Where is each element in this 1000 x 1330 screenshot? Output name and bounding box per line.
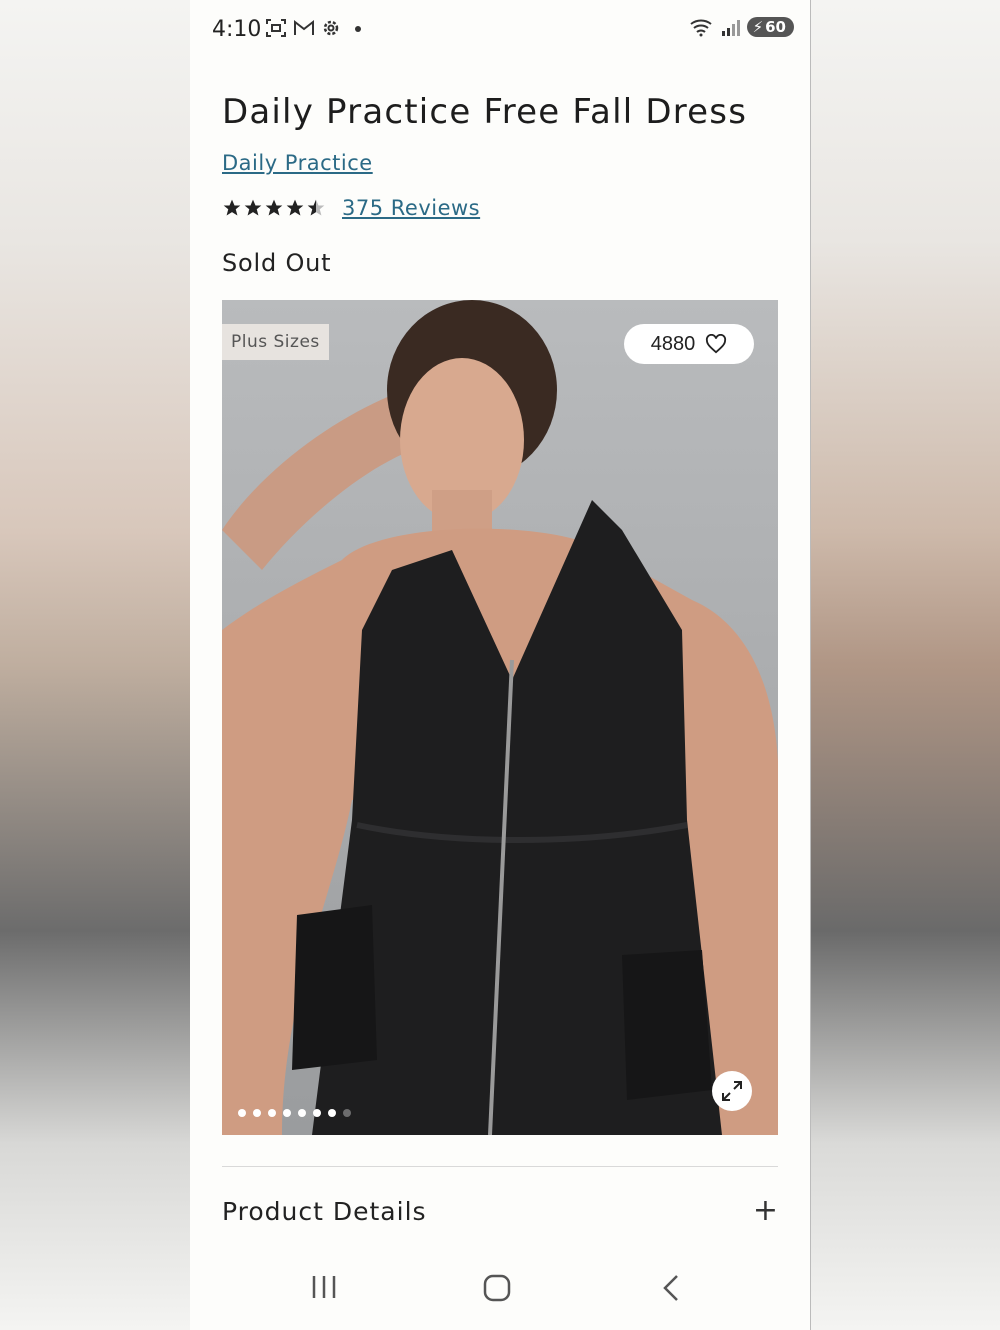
back-button[interactable] [660, 1274, 682, 1306]
brand-link[interactable]: Daily Practice [222, 151, 373, 175]
availability-status: Sold Out [222, 249, 332, 277]
charging-icon: ⚡ [752, 18, 764, 36]
plus-sizes-badge: Plus Sizes [222, 324, 329, 360]
wifi-icon [689, 19, 712, 37]
star-icon [265, 199, 283, 216]
carousel-dot[interactable] [283, 1109, 291, 1117]
recents-icon [312, 1276, 336, 1298]
back-icon [663, 1275, 678, 1301]
status-bar: 4:10 ⚡ 60 [190, 0, 810, 60]
screenshot-icon [266, 19, 286, 37]
star-icon [286, 199, 304, 216]
battery-level: 60 [765, 18, 786, 36]
product-image-carousel[interactable]: Plus Sizes 4880 [222, 300, 778, 1135]
signal-icon [721, 20, 740, 36]
settings-icon [323, 20, 339, 36]
product-photo [222, 300, 778, 1135]
product-details-label: Product Details [222, 1196, 427, 1226]
notification-icons [265, 18, 341, 38]
section-divider [222, 1166, 778, 1167]
more-notifications-dot [355, 26, 361, 32]
star-icon [244, 199, 262, 216]
carousel-indicator [238, 1109, 351, 1117]
carousel-dot[interactable] [253, 1109, 261, 1117]
carousel-dot[interactable] [268, 1109, 276, 1117]
rating-row: 375 Reviews [222, 196, 480, 220]
product-details-accordion[interactable]: Product Details + [222, 1196, 778, 1226]
star-rating [222, 198, 326, 218]
status-time: 4:10 [212, 17, 262, 42]
system-icons: ⚡ 60 [689, 17, 794, 37]
home-button[interactable] [483, 1274, 511, 1306]
home-icon [483, 1274, 511, 1302]
product-title: Daily Practice Free Fall Dress [222, 92, 748, 132]
battery-indicator: ⚡ 60 [746, 17, 794, 37]
half-star-icon [307, 199, 325, 216]
recents-button[interactable] [310, 1274, 338, 1304]
favorites-count: 4880 [650, 332, 696, 355]
carousel-dot[interactable] [313, 1109, 321, 1117]
expand-icon [722, 1081, 742, 1101]
reviews-link[interactable]: 375 Reviews [342, 196, 480, 220]
gmail-icon [294, 19, 314, 35]
carousel-dot[interactable] [343, 1109, 351, 1117]
plus-icon[interactable]: + [753, 1196, 778, 1226]
expand-image-button[interactable] [712, 1071, 752, 1111]
favorite-button[interactable]: 4880 [624, 324, 754, 364]
carousel-dot[interactable] [238, 1109, 246, 1117]
phone-screen: 4:10 ⚡ 60 Daily Practice Free Fall Dress… [190, 0, 811, 1330]
background-blur-left [0, 0, 190, 1330]
star-icon [223, 199, 241, 216]
carousel-dot[interactable] [328, 1109, 336, 1117]
heart-icon [706, 334, 727, 354]
system-navigation-bar [190, 1250, 810, 1330]
carousel-dot[interactable] [298, 1109, 306, 1117]
background-blur-right [810, 0, 1000, 1330]
